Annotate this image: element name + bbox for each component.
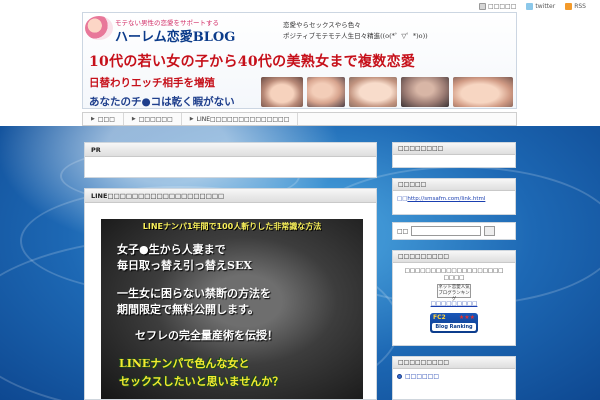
ad-text-line: 一生女に困らない禁断の方法を xyxy=(117,287,271,300)
mascot-icon xyxy=(85,16,113,40)
rss-icon xyxy=(565,2,573,10)
link-url[interactable]: http://smsafm.com/link.html xyxy=(407,196,485,202)
fc2-ranking-badge[interactable]: FC2 ★★★ Blog Ranking xyxy=(430,313,478,333)
banner-photo xyxy=(307,77,345,107)
banner-photo xyxy=(261,77,303,107)
twitter-link[interactable]: twitter xyxy=(526,2,556,10)
ranking-text: □□□□ xyxy=(443,275,465,281)
breadcrumb-nav: ▶ □□□ ▶ □□□□□□ ▶ LINE□□□□□□□□□□□□□□ xyxy=(82,112,517,126)
sidebar-box-title: □□□□□□□□□ xyxy=(393,251,515,263)
ad-text-line: セフレの完全量産術を伝授！ xyxy=(135,329,278,342)
rss-link[interactable]: RSS xyxy=(565,2,586,10)
twitter-label: twitter xyxy=(535,2,556,10)
ad-text-line: 期間限定で無料公開します。 xyxy=(117,303,259,316)
pr-box: PR xyxy=(84,142,377,178)
ad-text-line: 女子●生から人妻まで xyxy=(117,243,226,256)
nav-item-label: LINE□□□□□□□□□□□□□□ xyxy=(196,115,290,123)
ranking-text: □□□□□□□□□□□□□□□□□□□ xyxy=(404,268,504,274)
nav-item-current[interactable]: ▶ LINE□□□□□□□□□□□□□□ xyxy=(182,113,299,125)
post-title[interactable]: LINE□□□□□□□□□□□□□□□□□□□ xyxy=(85,189,376,203)
tagline-2: ポジティブモテモテ人生日々精進((o(*゜▽゜*)o)) xyxy=(283,32,428,40)
sidebar-box-list: □□□□□□□□□ □□□□□□ xyxy=(392,356,516,400)
ad-top-text: LINEナンパ1年間で100人斬りした非常識な方法 xyxy=(142,222,322,231)
nav-item-label: □□□ xyxy=(97,115,115,123)
arrow-right-icon: ▶ xyxy=(189,116,194,122)
bookmark-icon xyxy=(479,2,487,10)
bullet-icon xyxy=(397,374,402,379)
top-links: □□□□□ twitter RSS xyxy=(479,1,586,11)
sidebar-box-1: □□□□□□□□ xyxy=(392,142,516,168)
arrow-right-icon: ▶ xyxy=(131,116,136,122)
rss-label: RSS xyxy=(574,2,586,10)
sidebar-box-title: □□□□□ xyxy=(393,179,515,191)
sidebar-box-ranking: □□□□□□□□□ □□□□□□□□□□□□□□□□□□□ □□□□ ネット恋愛… xyxy=(392,250,516,346)
search-input[interactable] xyxy=(411,226,482,236)
banner-subline-1: 日替わりエッチ相手を増殖 xyxy=(89,77,215,89)
bookmark-label: □□□□□ xyxy=(488,2,517,10)
sidebar-box-title: □□□□□□□□ xyxy=(393,143,515,155)
pr-title: PR xyxy=(85,143,376,157)
nav-item-home[interactable]: ▶ □□□ xyxy=(83,113,124,125)
site-title[interactable]: ハーレム恋愛BLOG xyxy=(115,26,235,45)
site-logo[interactable]: モテない男性の恋愛をサポートする ハーレム恋愛BLOG xyxy=(85,16,260,45)
bookmark-link[interactable]: □□□□□ xyxy=(479,2,517,10)
arrow-right-icon: ▶ xyxy=(91,116,95,122)
banner-subline-2: あなたのチ●コは乾く暇がない xyxy=(89,96,235,108)
banner-photo xyxy=(401,77,449,107)
ranking-badge[interactable]: ネット恋愛人気ブログランキング xyxy=(437,284,471,302)
sidebar-search: □□ xyxy=(392,222,516,240)
fc2-logo-text: FC2 xyxy=(433,314,446,321)
ad-cta-line: セックスしたいと思いませんか？ xyxy=(119,375,284,388)
nav-item-label: □□□□□□ xyxy=(138,115,173,123)
list-item[interactable]: □□□□□□ xyxy=(393,369,515,384)
ad-text-line: 毎日取っ替え引っ替えSEX xyxy=(117,259,252,272)
nav-item-category[interactable]: ▶ □□□□□□ xyxy=(124,113,182,125)
top-strip: □□□□□ twitter RSS xyxy=(0,0,600,12)
search-label: □□ xyxy=(397,227,409,235)
ad-cta-line: LINEナンパで色んな女と xyxy=(119,357,250,370)
twitter-icon xyxy=(526,2,534,10)
banner-photo xyxy=(349,77,397,107)
star-icon: ★★★ xyxy=(458,314,475,321)
search-button[interactable] xyxy=(484,226,496,236)
link-prefix: □□ xyxy=(397,196,408,202)
list-item-label: □□□□□□ xyxy=(405,373,440,380)
post-entry: LINE□□□□□□□□□□□□□□□□□□□ LINEナンパ1年間で100人斬… xyxy=(84,188,377,400)
fc2-bottom-text: Blog Ranking xyxy=(432,323,476,331)
ad-banner[interactable]: LINEナンパ1年間で100人斬りした非常識な方法 女子●生から人妻まで 毎日取… xyxy=(101,219,363,399)
header-banner[interactable]: モテない男性の恋愛をサポートする ハーレム恋愛BLOG 恋愛やらセックスやら色々… xyxy=(82,12,517,109)
sidebar-box-title: □□□□□□□□□ xyxy=(393,357,515,369)
banner-headline: 10代の若い女の子から40代の美熟女まで複数恋愛 xyxy=(89,54,416,70)
sidebar-box-links: □□□□□ □□http://smsafm.com/link.html xyxy=(392,178,516,215)
link-row: □□http://smsafm.com/link.html xyxy=(393,191,515,207)
tagline-1: 恋愛やらセックスやら色々 xyxy=(283,21,361,29)
banner-photo xyxy=(453,77,513,107)
